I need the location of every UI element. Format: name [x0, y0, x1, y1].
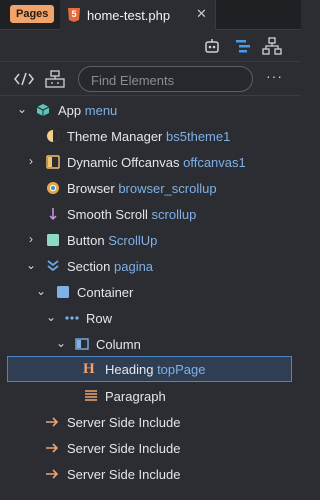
- tree-item-label: Server Side Include: [67, 467, 181, 482]
- sitemap-icon[interactable]: [262, 37, 282, 55]
- structure-list-icon[interactable]: [234, 37, 252, 55]
- tree-item-section[interactable]: ⌄ Section pagina: [0, 253, 301, 279]
- tree-item-label: Browser browser_scrollup: [67, 181, 217, 196]
- pages-badge[interactable]: Pages: [10, 5, 55, 23]
- tree-item-server-side-include[interactable]: Server Side Include: [0, 409, 301, 435]
- chevron-right-icon[interactable]: ›: [25, 232, 37, 246]
- tree-item-label: Server Side Include: [67, 441, 181, 456]
- tree-item-label: Row: [86, 311, 113, 326]
- more-options-button[interactable]: ···: [266, 68, 283, 84]
- file-tab-name: home-test.php: [87, 8, 171, 23]
- chevron-down-icon[interactable]: ⌄: [25, 258, 37, 272]
- smooth-scroll-icon: [49, 208, 57, 221]
- chevron-right-icon[interactable]: ›: [25, 154, 37, 168]
- tree-item-row[interactable]: ⌄ Row: [0, 305, 301, 331]
- heading-icon: H: [83, 361, 95, 377]
- tree-item-column[interactable]: ⌄ Column: [0, 331, 301, 357]
- server-include-icon: [46, 443, 59, 453]
- tree-item-label: Paragraph: [105, 389, 166, 404]
- tree-item-label: Smooth Scroll scrollup: [67, 207, 197, 222]
- tree-item-server-side-include[interactable]: Server Side Include: [0, 435, 301, 461]
- chevron-down-icon[interactable]: ⌄: [16, 102, 28, 116]
- file-tab[interactable]: 5 home-test.php ✕: [60, 0, 216, 30]
- tree-item-container[interactable]: ⌄ Container: [0, 279, 301, 305]
- tree-item-label: App menu: [58, 103, 118, 118]
- browser-icon: [47, 182, 59, 194]
- tree-item-label: Server Side Include: [67, 415, 181, 430]
- tree-item-label: Dynamic Offcanvas offcanvas1: [67, 155, 246, 170]
- robot-icon[interactable]: [203, 37, 221, 55]
- tree-item-label: Section pagina: [67, 259, 154, 274]
- server-include-icon: [46, 417, 59, 427]
- tree-item-browser[interactable]: Browser browser_scrollup: [0, 175, 301, 201]
- tree-item-button[interactable]: › Button ScrollUp: [0, 227, 301, 253]
- chevron-down-icon[interactable]: ⌄: [45, 310, 57, 324]
- search-placeholder: Find Elements: [91, 73, 175, 88]
- button-icon: [47, 234, 59, 246]
- tree-item-smooth-scroll[interactable]: Smooth Scroll scrollup: [0, 201, 301, 227]
- server-include-icon: [46, 469, 59, 479]
- app-cube-icon: [36, 104, 50, 116]
- paragraph-icon: [85, 390, 97, 401]
- search-toolbar: Find Elements ···: [0, 62, 301, 96]
- tree-item-app[interactable]: ⌄ App menu: [0, 97, 301, 123]
- tree-item-label: Container: [77, 285, 134, 300]
- container-icon: [57, 286, 69, 298]
- tree-item-dynamic-offcanvas[interactable]: › Dynamic Offcanvas offcanvas1: [0, 149, 301, 175]
- top-toolbar: [0, 30, 301, 62]
- column-icon: [75, 338, 89, 350]
- tab-bar: Pages 5 home-test.php ✕: [0, 0, 301, 30]
- tree-item-label: Button ScrollUp: [67, 233, 158, 248]
- offcanvas-icon: [46, 155, 60, 169]
- chevron-down-icon[interactable]: ⌄: [35, 284, 47, 298]
- close-tab-icon[interactable]: ✕: [196, 6, 207, 22]
- html5-icon: 5: [68, 8, 80, 22]
- tree-item-paragraph[interactable]: Paragraph: [0, 383, 301, 409]
- chevron-down-icon[interactable]: ⌄: [55, 336, 67, 350]
- code-view-icon[interactable]: [14, 71, 34, 87]
- tree-item-theme-manager[interactable]: Theme Manager bs5theme1: [0, 123, 301, 149]
- theme-manager-icon: [47, 130, 59, 142]
- tree-item-server-side-include[interactable]: Server Side Include: [0, 461, 301, 487]
- element-picker-icon[interactable]: [45, 70, 65, 88]
- section-icon: [47, 260, 59, 272]
- row-icon: [65, 316, 79, 320]
- tree-item-label: Column: [96, 337, 141, 352]
- find-elements-input[interactable]: Find Elements: [78, 66, 253, 92]
- tree-item-label: Theme Manager bs5theme1: [67, 129, 231, 144]
- tree-item-heading[interactable]: H Heading topPage: [7, 356, 292, 382]
- tree-item-label: Heading topPage: [105, 362, 206, 377]
